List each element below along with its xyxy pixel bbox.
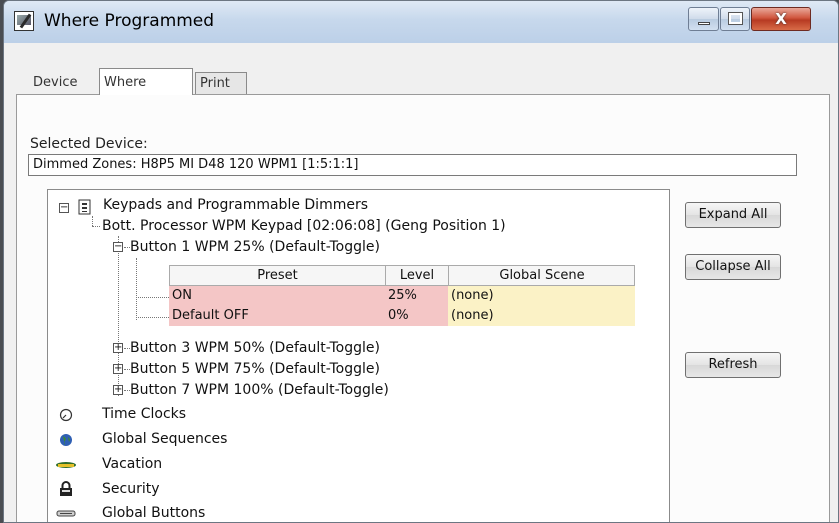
tree-security[interactable]: Security: [102, 481, 160, 497]
app-icon: [14, 11, 34, 31]
maximize-icon: [728, 12, 743, 25]
button7-expand-toggle[interactable]: +: [113, 385, 123, 395]
refresh-button[interactable]: Refresh: [685, 352, 781, 378]
grid-row[interactable]: ON 25% (none): [169, 286, 635, 306]
cell-level: 0%: [385, 306, 448, 326]
cell-preset: Default OFF: [169, 306, 385, 326]
globe-icon: [60, 434, 72, 446]
grid-row[interactable]: Default OFF 0% (none): [169, 306, 635, 326]
minimize-button[interactable]: [688, 7, 719, 31]
cell-level: 25%: [385, 286, 448, 306]
where-tree[interactable]: − Keypads and Programmable Dimmers Bott.…: [47, 189, 670, 522]
close-icon: X: [775, 10, 787, 28]
title-bar[interactable]: Where Programmed X: [4, 1, 838, 43]
collapse-all-button[interactable]: Collapse All: [685, 254, 781, 280]
global-button-icon: [56, 510, 76, 517]
root-collapse-toggle[interactable]: −: [59, 203, 69, 213]
tree-button3-label[interactable]: Button 3 WPM 50% (Default-Toggle): [130, 340, 380, 356]
vacation-icon: [56, 462, 76, 468]
col-global-scene[interactable]: Global Scene: [449, 266, 635, 285]
col-level[interactable]: Level: [386, 266, 449, 285]
clock-icon: [59, 408, 73, 422]
window-title: Where Programmed: [44, 11, 215, 31]
button5-expand-toggle[interactable]: +: [113, 364, 123, 374]
where-programmed-window: Where Programmed X Device Where Print Se…: [3, 0, 839, 523]
close-button[interactable]: X: [751, 7, 811, 31]
tree-time-clocks[interactable]: Time Clocks: [102, 406, 186, 422]
button3-expand-toggle[interactable]: +: [113, 343, 123, 353]
cell-scene: (none): [448, 306, 635, 326]
lock-icon: [60, 481, 72, 496]
button1-collapse-toggle[interactable]: −: [113, 242, 123, 252]
tab-device[interactable]: Device: [29, 72, 99, 94]
keypad-icon: [78, 199, 91, 215]
selected-device-label: Selected Device:: [30, 136, 148, 152]
tree-button1-label[interactable]: Button 1 WPM 25% (Default-Toggle): [130, 239, 380, 255]
tab-print[interactable]: Print: [195, 72, 247, 94]
grid-header: Preset Level Global Scene: [169, 265, 635, 286]
cell-scene: (none): [448, 286, 635, 306]
tree-button7-label[interactable]: Button 7 WPM 100% (Default-Toggle): [130, 382, 389, 398]
tree-root-label[interactable]: Keypads and Programmable Dimmers: [103, 197, 368, 213]
col-preset[interactable]: Preset: [170, 266, 386, 285]
cell-preset: ON: [169, 286, 385, 306]
tab-where[interactable]: Where: [99, 68, 193, 95]
minimize-icon: [698, 22, 710, 25]
tree-global-buttons[interactable]: Global Buttons: [102, 505, 205, 521]
selected-device-field[interactable]: Dimmed Zones: H8P5 MI D48 120 WPM1 [1:5:…: [28, 154, 797, 176]
tree-keypad-label[interactable]: Bott. Processor WPM Keypad [02:06:08] (G…: [102, 218, 506, 234]
expand-all-button[interactable]: Expand All: [685, 202, 781, 228]
maximize-button[interactable]: [720, 7, 750, 31]
tree-vacation[interactable]: Vacation: [102, 456, 162, 472]
tree-global-sequences[interactable]: Global Sequences: [102, 431, 227, 447]
tree-button5-label[interactable]: Button 5 WPM 75% (Default-Toggle): [130, 361, 380, 377]
